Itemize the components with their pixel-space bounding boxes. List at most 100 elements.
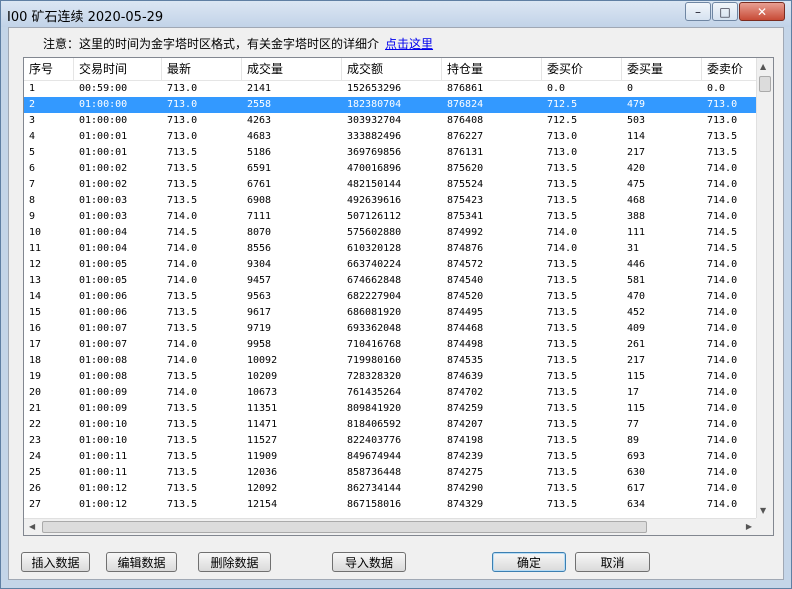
title-bar[interactable]: I00 矿石连续 2020-05-29 – □ ✕ — [1, 1, 791, 27]
table-cell: 475 — [627, 179, 646, 190]
ok-button[interactable]: 确定 — [492, 552, 566, 572]
table-cell: 849674944 — [347, 451, 402, 462]
table-cell: 714.0 — [707, 323, 738, 334]
table-row[interactable]: 7 01:00:02 713.5 6761 482150144 875524 713.5 47… — [24, 177, 757, 193]
notice-link[interactable]: 点击这里 — [385, 37, 433, 51]
table-cell: 686081920 — [347, 307, 402, 318]
column-header[interactable]: 最新 — [162, 58, 242, 80]
import-data-button[interactable]: 导入数据 — [332, 552, 406, 572]
table-row[interactable]: 23 01:00:10 713.5 11527 822403776 874198 713.5… — [24, 433, 757, 449]
table-cell: 682227904 — [347, 291, 402, 302]
table-cell: 5186 — [247, 147, 272, 158]
table-cell: 7 — [29, 179, 36, 190]
delete-data-button[interactable]: 删除数据 — [198, 552, 271, 572]
table-row[interactable]: 20 01:00:09 714.0 10673 761435264 874702 713.5… — [24, 385, 757, 401]
table-cell: 874329 — [447, 499, 484, 510]
table-row[interactable]: 18 01:00:08 714.0 10092 719980160 874535 713.5… — [24, 353, 757, 369]
table-row[interactable]: 24 01:00:11 713.5 11909 849674944 874239 713.5… — [24, 449, 757, 465]
table-cell: 876861 — [447, 83, 484, 94]
vertical-scroll-thumb[interactable] — [759, 76, 771, 92]
table-row[interactable]: 9 01:00:03 714.0 7111 507126112 875341 713.5 38… — [24, 209, 757, 225]
maximize-button[interactable]: □ — [712, 2, 738, 21]
table-row[interactable]: 19 01:00:08 713.5 10209 728328320 874639 713.5… — [24, 369, 757, 385]
minimize-button[interactable]: – — [685, 2, 711, 21]
table-body: 1 00:59:00 713.0 2141 152653296 876861 0.0 0 0.0… — [24, 81, 757, 513]
table-cell: 01:00:04 — [79, 243, 128, 254]
table-cell: 874290 — [447, 483, 484, 494]
data-table[interactable]: 序号 交易时间 最新 成交量 成交额 持仓量 委买价 委买量 委卖价 1 00:59:00 713.… — [23, 57, 774, 536]
scroll-right-icon[interactable]: ▶ — [746, 522, 752, 531]
column-header[interactable]: 成交量 — [242, 58, 342, 80]
table-row[interactable]: 3 01:00:00 713.0 4263 303932704 876408 712.5 50… — [24, 113, 757, 129]
column-header[interactable]: 序号 — [24, 58, 74, 80]
table-cell: 713.0 — [547, 131, 578, 142]
table-row[interactable]: 4 01:00:01 713.0 4683 333882496 876227 713.0 11… — [24, 129, 757, 145]
horizontal-scrollbar[interactable]: ◀ ▶ — [24, 518, 757, 535]
table-cell: 710416768 — [347, 339, 402, 350]
table-cell: 714.0 — [167, 355, 198, 366]
table-cell: 874540 — [447, 275, 484, 286]
table-row[interactable]: 12 01:00:05 714.0 9304 663740224 874572 713.5 4… — [24, 257, 757, 273]
table-row[interactable]: 10 01:00:04 714.5 8070 575602880 874992 714.0 1… — [24, 225, 757, 241]
close-button[interactable]: ✕ — [739, 2, 785, 21]
table-row[interactable]: 27 01:00:12 713.5 12154 867158016 874329 713.5… — [24, 497, 757, 513]
table-cell: 01:00:09 — [79, 403, 128, 414]
scroll-down-icon[interactable]: ▼ — [760, 506, 766, 515]
table-row[interactable]: 21 01:00:09 713.5 11351 809841920 874259 713.5… — [24, 401, 757, 417]
table-row[interactable]: 2 01:00:00 713.0 2558 182380704 876824 712.5 47… — [24, 97, 757, 113]
table-row[interactable]: 26 01:00:12 713.5 12092 862734144 874290 713.5… — [24, 481, 757, 497]
insert-data-button[interactable]: 插入数据 — [21, 552, 90, 572]
table-cell: 11909 — [247, 451, 278, 462]
table-cell: 2141 — [247, 83, 272, 94]
table-row[interactable]: 15 01:00:06 713.5 9617 686081920 874495 713.5 4… — [24, 305, 757, 321]
table-cell: 714.5 — [707, 227, 738, 238]
table-cell: 875524 — [447, 179, 484, 190]
table-cell: 713.5 — [547, 467, 578, 478]
cancel-button[interactable]: 取消 — [575, 552, 650, 572]
table-cell: 217 — [627, 147, 646, 158]
horizontal-scroll-thumb[interactable] — [42, 521, 647, 533]
table-cell: 10209 — [247, 371, 278, 382]
table-row[interactable]: 16 01:00:07 713.5 9719 693362048 874468 713.5 4… — [24, 321, 757, 337]
table-cell: 867158016 — [347, 499, 402, 510]
table-row[interactable]: 17 01:00:07 714.0 9958 710416768 874498 713.5 2… — [24, 337, 757, 353]
table-row[interactable]: 1 00:59:00 713.0 2141 152653296 876861 0.0 0 0.0 — [24, 81, 757, 97]
edit-data-button[interactable]: 编辑数据 — [106, 552, 177, 572]
table-cell: 6591 — [247, 163, 272, 174]
table-cell: 713.0 — [167, 131, 198, 142]
column-header[interactable]: 委买量 — [622, 58, 702, 80]
table-cell: 19 — [29, 371, 42, 382]
table-row[interactable]: 5 01:00:01 713.5 5186 369769856 876131 713.0 21… — [24, 145, 757, 161]
table-row[interactable]: 13 01:00:05 714.0 9457 674662848 874540 713.5 5… — [24, 273, 757, 289]
table-cell: 858736448 — [347, 467, 402, 478]
table-cell: 713.5 — [547, 179, 578, 190]
table-cell: 6908 — [247, 195, 272, 206]
table-cell: 713.5 — [547, 307, 578, 318]
window-title: I00 矿石连续 2020-05-29 — [7, 10, 164, 25]
column-header[interactable]: 持仓量 — [442, 58, 542, 80]
table-row[interactable]: 22 01:00:10 713.5 11471 818406592 874207 713.5… — [24, 417, 757, 433]
table-cell: 10673 — [247, 387, 278, 398]
column-header[interactable]: 委买价 — [542, 58, 622, 80]
table-row[interactable]: 6 01:00:02 713.5 6591 470016896 875620 713.5 42… — [24, 161, 757, 177]
table-cell: 1 — [29, 83, 36, 94]
table-cell: 713.5 — [547, 435, 578, 446]
column-header[interactable]: 交易时间 — [74, 58, 162, 80]
maximize-icon: □ — [719, 4, 731, 19]
scroll-up-icon[interactable]: ▲ — [760, 62, 766, 71]
table-cell: 874207 — [447, 419, 484, 430]
vertical-scrollbar[interactable]: ▲ ▼ — [756, 58, 773, 519]
column-header[interactable]: 成交额 — [342, 58, 442, 80]
table-cell: 874468 — [447, 323, 484, 334]
table-row[interactable]: 11 01:00:04 714.0 8556 610320128 874876 714.0 3… — [24, 241, 757, 257]
table-row[interactable]: 25 01:00:11 713.5 12036 858736448 874275 713.5… — [24, 465, 757, 481]
table-cell: 714.0 — [707, 211, 738, 222]
table-row[interactable]: 8 01:00:03 713.5 6908 492639616 875423 713.5 46… — [24, 193, 757, 209]
table-cell: 23 — [29, 435, 42, 446]
column-header[interactable]: 委卖价 — [702, 58, 757, 80]
table-row[interactable]: 14 01:00:06 713.5 9563 682227904 874520 713.5 4… — [24, 289, 757, 305]
table-cell: 5 — [29, 147, 36, 158]
scroll-left-icon[interactable]: ◀ — [29, 522, 35, 531]
table-cell: 7111 — [247, 211, 272, 222]
table-cell: 713.0 — [547, 147, 578, 158]
